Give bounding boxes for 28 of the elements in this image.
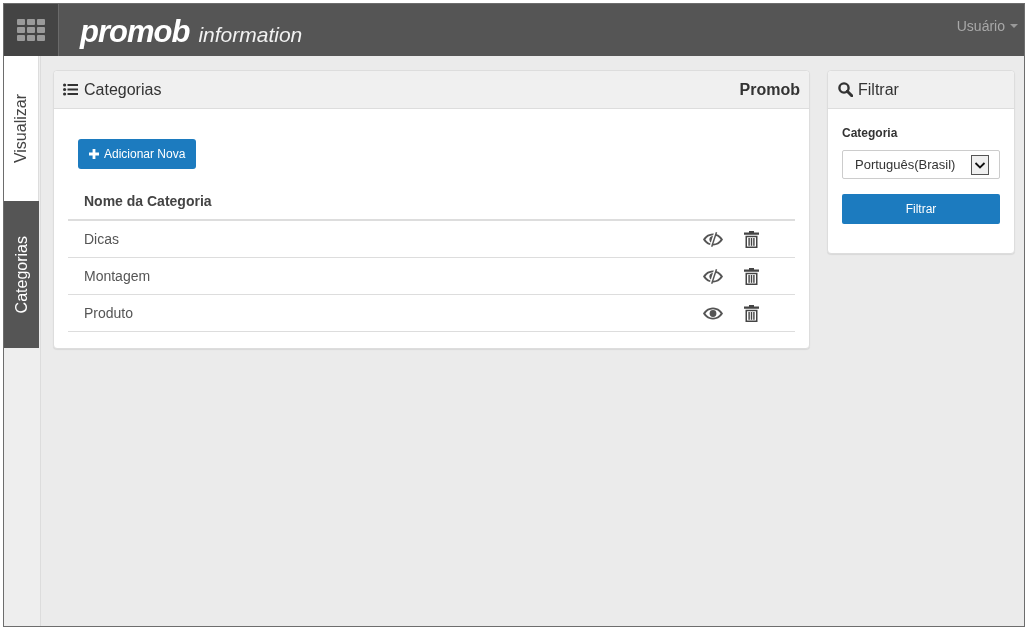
- table-cell-text: Dicas: [84, 229, 119, 249]
- plus-icon: [89, 149, 99, 159]
- logo-product: information: [198, 24, 303, 45]
- trash-icon[interactable]: [744, 230, 759, 248]
- filter-button[interactable]: Filtrar: [842, 194, 1000, 224]
- caret-icon: [1010, 24, 1018, 28]
- side-tab[interactable]: Categorias: [4, 201, 39, 348]
- chevron-down-icon[interactable]: [971, 154, 989, 175]
- trash-icon[interactable]: [744, 304, 759, 322]
- logo-brand: promob: [80, 16, 190, 47]
- eye-icon[interactable]: [702, 306, 723, 320]
- brand-label: Promob: [739, 79, 800, 100]
- table-cell-text: Montagem: [84, 266, 151, 286]
- side-tab[interactable]: Visualizar: [4, 56, 39, 201]
- trash-icon[interactable]: [744, 267, 759, 285]
- column-header: Nome da Categoria: [84, 192, 212, 211]
- category-select[interactable]: Português(Brasil): [842, 150, 1000, 179]
- search-icon: [838, 82, 853, 97]
- panel-title: Categorias: [84, 79, 162, 100]
- field-label: Categoria: [842, 125, 899, 142]
- app-grid-icon: [17, 19, 45, 41]
- eye-slash-icon[interactable]: [702, 231, 723, 247]
- eye-slash-icon[interactable]: [702, 268, 723, 284]
- table-cell-text: Produto: [84, 303, 134, 323]
- list-icon: [63, 83, 78, 96]
- app-launcher-button[interactable]: [4, 4, 59, 56]
- add-new-button[interactable]: Adicionar Nova: [78, 139, 197, 169]
- panel-title: Filtrar: [858, 79, 899, 100]
